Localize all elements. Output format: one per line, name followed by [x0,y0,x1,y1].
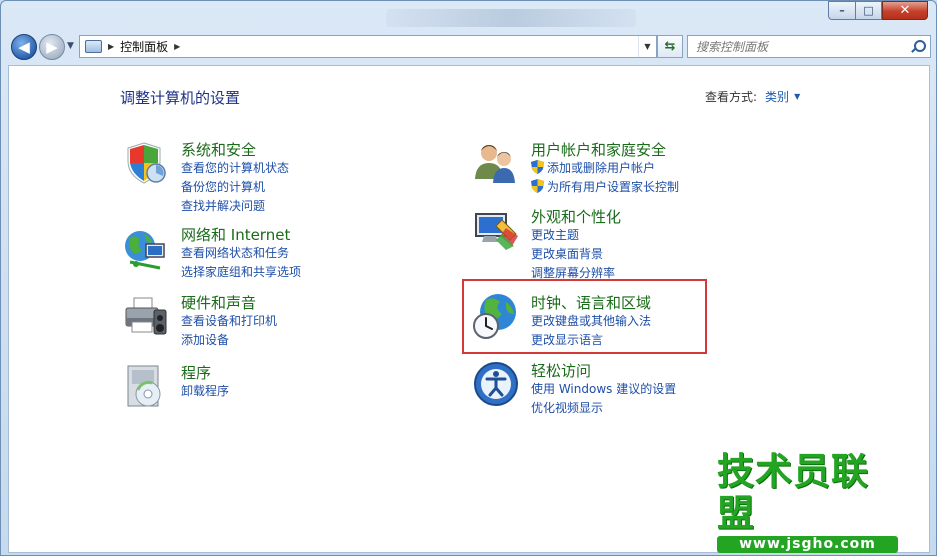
link-backup[interactable]: 备份您的计算机 [181,178,265,195]
link-network-status[interactable]: 查看网络状态和任务 [181,244,289,261]
category-network-internet: 网络和 Internet 查看网络状态和任务 选择家庭组和共享选项 [122,224,382,279]
link-desktop-background[interactable]: 更改桌面背景 [531,245,603,262]
category-hardware-sound: 硬件和声音 查看设备和打印机 添加设备 [122,292,382,347]
printer-icon[interactable] [122,292,170,340]
refresh-button[interactable]: ⇆ [657,35,683,58]
navigation-bar: ◀ ▶ ▼ ▶ 控制面板 ▶ ▼ ⇆ 搜索控制面板 [7,32,932,62]
link-homegroup[interactable]: 选择家庭组和共享选项 [181,263,301,280]
watermark-logo: 技术员联盟 www.jsgho.com [717,451,898,553]
link-optimize-display[interactable]: 优化视频显示 [531,399,603,416]
link-add-device[interactable]: 添加设备 [181,331,229,348]
link-add-remove-accounts[interactable]: 添加或删除用户帐户 [531,159,655,176]
category-title[interactable]: 用户帐户和家庭安全 [531,139,666,160]
programs-icon[interactable] [122,362,170,410]
maximize-button[interactable]: □ [855,1,882,20]
control-panel-window: – □ ✕ ◀ ▶ ▼ ▶ 控制面板 ▶ ▼ ⇆ 搜索控制面板 调整计算机的设置… [0,0,937,556]
view-by: 查看方式: 类别 ▼ [705,88,800,105]
highlight-annotation-box [462,279,707,354]
search-icon[interactable] [909,39,926,55]
arrow-left-icon: ◀ [18,38,30,56]
forward-button[interactable]: ▶ [39,34,65,60]
category-title[interactable]: 程序 [181,362,211,383]
category-title[interactable]: 系统和安全 [181,139,256,160]
category-title[interactable]: 轻松访问 [531,360,591,381]
category-title[interactable]: 网络和 Internet [181,224,290,245]
link-change-theme[interactable]: 更改主题 [531,226,579,243]
address-bar[interactable]: ▶ 控制面板 ▶ ▼ [79,35,657,58]
control-panel-icon [85,40,102,53]
link-troubleshoot[interactable]: 查找并解决问题 [181,197,265,214]
link-check-status[interactable]: 查看您的计算机状态 [181,159,289,176]
link-label[interactable]: 添加或删除用户帐户 [547,161,655,175]
link-windows-recommended[interactable]: 使用 Windows 建议的设置 [531,380,676,397]
view-by-label: 查看方式: [705,90,758,104]
view-by-dropdown[interactable]: 类别 [765,88,789,105]
recent-pages-dropdown[interactable]: ▼ [67,41,74,51]
uac-shield-icon [531,160,544,174]
uac-shield-icon [531,179,544,193]
link-devices-printers[interactable]: 查看设备和打印机 [181,312,277,329]
ease-of-access-icon[interactable] [472,360,520,408]
breadcrumb-separator[interactable]: ▶ [174,42,180,51]
shield-icon[interactable] [122,139,170,187]
window-title-blurred [386,9,636,27]
chevron-down-icon[interactable]: ▼ [794,92,800,101]
appearance-monitor-icon[interactable] [472,206,520,254]
close-button[interactable]: ✕ [882,1,928,20]
back-button[interactable]: ◀ [11,34,37,60]
watermark-text: 技术员联盟 [717,450,869,535]
watermark-url: www.jsgho.com [717,536,898,553]
category-appearance: 外观和个性化 更改主题 更改桌面背景 调整屏幕分辨率 [472,206,732,280]
address-history-dropdown[interactable]: ▼ [638,36,656,57]
search-input[interactable]: 搜索控制面板 [696,38,909,55]
category-ease-of-access: 轻松访问 使用 Windows 建议的设置 优化视频显示 [472,360,732,415]
breadcrumb-separator[interactable]: ▶ [108,42,114,51]
search-box[interactable]: 搜索控制面板 [687,35,931,58]
refresh-icon: ⇆ [664,39,676,54]
breadcrumb-control-panel[interactable]: 控制面板 [120,38,168,55]
network-globe-icon[interactable] [122,224,170,272]
users-icon[interactable] [472,139,520,187]
caption-buttons: – □ ✕ [828,1,928,20]
category-user-accounts: 用户帐户和家庭安全 添加或删除用户帐户 为所有用户设置家长控制 [472,139,732,194]
category-system-security: 系统和安全 查看您的计算机状态 备份您的计算机 查找并解决问题 [122,139,382,213]
link-uninstall[interactable]: 卸载程序 [181,382,229,399]
link-parental-controls[interactable]: 为所有用户设置家长控制 [531,178,679,195]
link-label[interactable]: 为所有用户设置家长控制 [547,180,679,194]
minimize-button[interactable]: – [828,1,855,20]
category-title[interactable]: 外观和个性化 [531,206,621,227]
category-title[interactable]: 硬件和声音 [181,292,256,313]
arrow-right-icon: ▶ [46,38,58,56]
category-programs: 程序 卸载程序 [122,362,382,412]
page-title: 调整计算机的设置 [120,89,241,107]
